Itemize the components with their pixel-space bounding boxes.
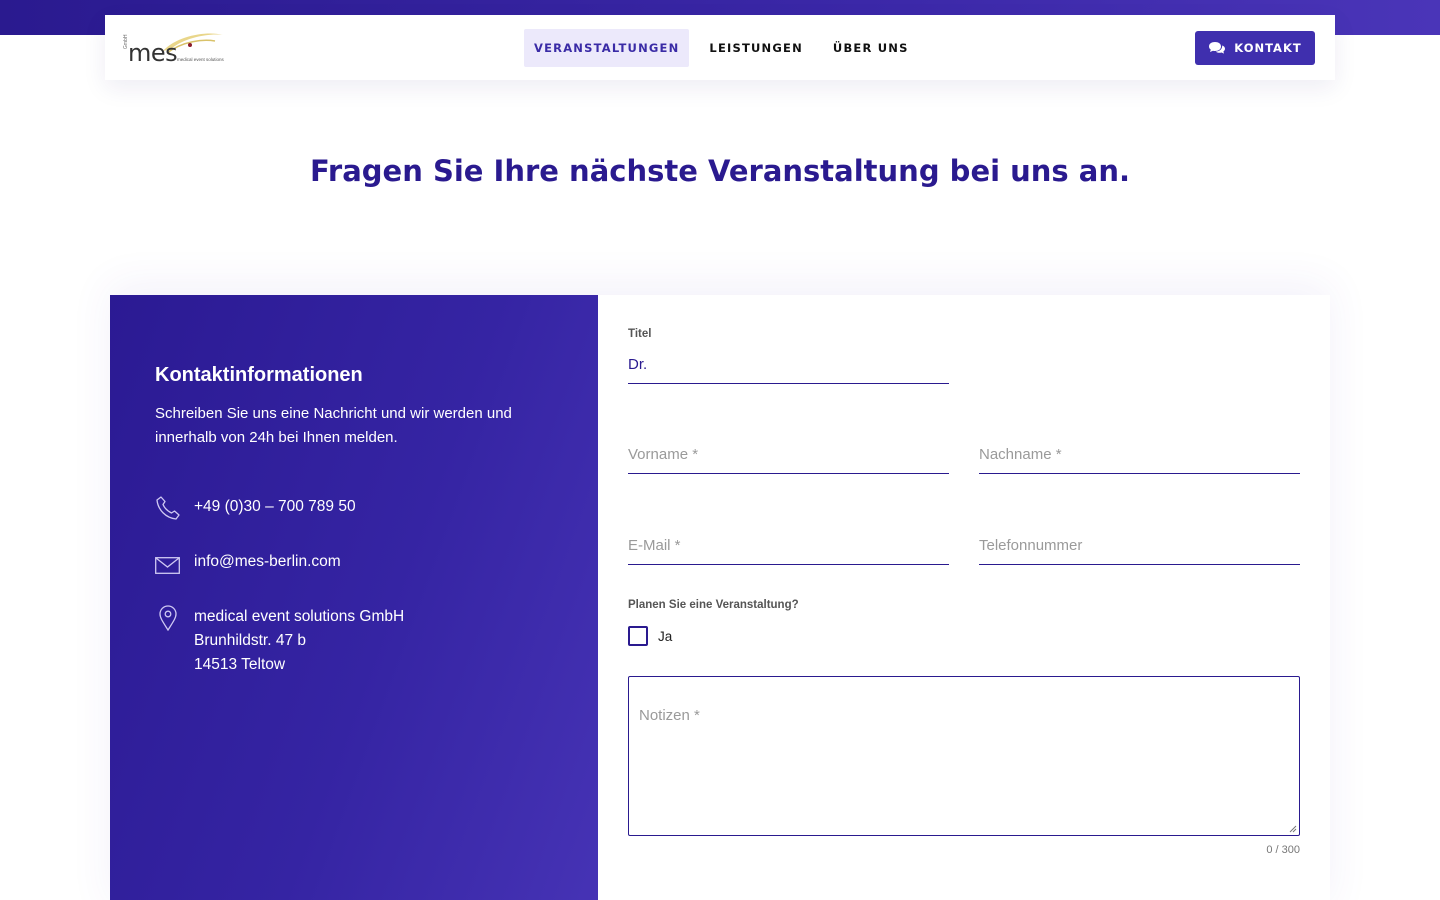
title-value: Dr. [628,356,648,373]
address-street: Brunhildstr. 47 b [194,632,307,649]
page-headline: Fragen Sie Ihre nächste Veranstaltung be… [309,154,1131,188]
event-question-label: Planen Sie eine Veranstaltung? [628,599,799,611]
navbar: GmbH mes medical event solutions VERANST… [105,15,1335,80]
chat-bubbles-icon [1209,42,1226,54]
logo-text: mes [128,39,178,67]
contact-card: Kontaktinformationen Schreiben Sie uns e… [110,295,1330,900]
contact-info-title: Kontaktinformationen [155,364,363,386]
main-nav: VERANSTALTUNGEN LEISTUNGEN ÜBER UNS [524,29,929,67]
notes-char-counter: 0 / 300 [1266,844,1300,856]
nav-link-ueber-uns[interactable]: ÜBER UNS [823,29,919,67]
nav-link-veranstaltungen[interactable]: VERANSTALTUNGEN [524,29,690,67]
title-field[interactable]: Dr. [628,354,949,384]
kontakt-button-label: KONTAKT [1234,41,1302,55]
nav-link-leistungen[interactable]: LEISTUNGEN [699,29,812,67]
address-block: medical event solutions GmbH Brunhildstr… [194,605,404,677]
location-pin-icon [155,605,194,631]
phone-number[interactable]: +49 (0)30 – 700 789 50 [194,495,356,519]
resize-handle-icon[interactable] [1289,825,1297,833]
address-company: medical event solutions GmbH [194,608,405,625]
contact-info-panel: Kontaktinformationen Schreiben Sie uns e… [110,295,598,900]
mes-logo[interactable]: GmbH mes medical event solutions [123,29,227,67]
email-field[interactable]: E-Mail * [628,535,949,565]
kontakt-button[interactable]: KONTAKT [1195,31,1315,65]
phone-row: +49 (0)30 – 700 789 50 [155,495,356,521]
contact-info-text: Schreiben Sie uns eine Nachricht und wir… [155,405,512,446]
email-placeholder: E-Mail * [628,537,681,554]
phone-icon [155,495,194,521]
title-label: Titel [628,328,652,340]
phone-field[interactable]: Telefonnummer [979,535,1300,565]
event-checkbox[interactable] [628,626,648,646]
notes-textarea[interactable]: Notizen * [628,676,1300,836]
email-address[interactable]: info@mes-berlin.com [194,550,341,574]
firstname-field[interactable]: Vorname * [628,444,949,474]
email-row: info@mes-berlin.com [155,550,341,574]
lastname-field[interactable]: Nachname * [979,444,1300,474]
notes-placeholder: Notizen * [639,707,700,724]
mail-icon [155,550,194,574]
lastname-placeholder: Nachname * [979,446,1062,463]
firstname-placeholder: Vorname * [628,446,699,463]
phone-placeholder: Telefonnummer [979,537,1083,554]
address-row: medical event solutions GmbH Brunhildstr… [155,605,404,677]
logo-subtext: medical event solutions [177,57,224,62]
event-checkbox-label[interactable]: Ja [658,629,672,644]
address-city: 14513 Teltow [194,656,286,673]
